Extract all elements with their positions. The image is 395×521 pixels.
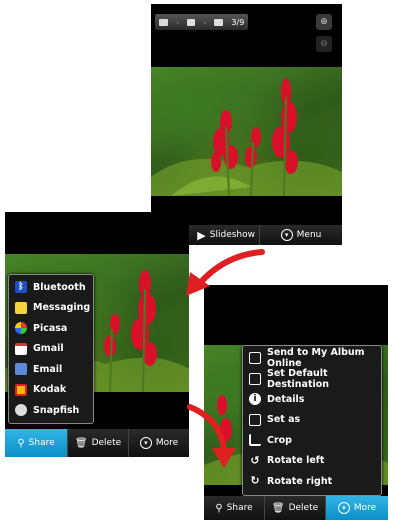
more-menu-item-crop[interactable]: Crop [243, 430, 381, 451]
bluetooth-icon: ᛒ [15, 281, 27, 294]
picasa-icon [15, 322, 27, 335]
rotate-right-icon: ↻ [250, 474, 260, 488]
more-label: More [353, 503, 377, 513]
menu-item-label: Bluetooth [33, 281, 86, 293]
menu-item-label: Picasa [33, 322, 68, 334]
info-icon: i [249, 393, 261, 406]
more-button[interactable]: ▾ More [326, 496, 388, 520]
left-screenshot: ᛒ Bluetooth Messaging Picasa Gmail Email… [5, 212, 189, 457]
menu-item-label: Rotate left [267, 455, 325, 467]
more-menu-item-set-as[interactable]: Set as [243, 410, 381, 431]
menu-item-label: Rotate right [267, 475, 333, 487]
share-menu-item-email[interactable]: Email [9, 359, 93, 380]
zoom-in-icon[interactable]: ⊕ [316, 14, 332, 30]
menu-item-label: Gmail [33, 343, 64, 355]
more-button[interactable]: ▾ More [129, 429, 189, 457]
gallery-icon [159, 18, 168, 26]
menu-item-label: Crop [267, 434, 292, 446]
menu-item-label: Email [33, 363, 63, 375]
menu-button[interactable]: ▾ Menu [260, 225, 342, 245]
delete-button[interactable]: 🗑 Delete [265, 496, 325, 520]
share-label: Share [28, 438, 55, 448]
menu-item-label: Details [267, 393, 305, 405]
bottom-bar: ⚲ Share 🗑 Delete ▾ More [5, 429, 189, 457]
more-menu-item-set-default-destination[interactable]: Set Default Destination [243, 367, 381, 390]
menu-item-label: Set Default Destination [267, 367, 330, 390]
menu-item-label: Snapfish [33, 404, 80, 416]
menu-item-label: Send to My Album Online [267, 347, 365, 370]
share-icon: ⚲ [215, 502, 223, 514]
share-menu-item-snapfish[interactable]: Snapfish [9, 400, 93, 421]
menu-item-label: Messaging [33, 302, 91, 314]
share-menu-item-kodak[interactable]: Kodak [9, 380, 93, 401]
folder-icon [187, 18, 196, 26]
menu-item-label: Set as [267, 414, 301, 426]
trash-icon: 🗑 [74, 437, 88, 449]
delete-label: Delete [288, 503, 319, 513]
more-circle-icon: ▾ [337, 502, 350, 514]
messaging-icon [15, 301, 27, 314]
more-circle-icon: ▾ [139, 437, 152, 449]
more-menu-item-rotate-right[interactable]: ↻ Rotate right [243, 471, 381, 492]
more-menu-item-rotate-left[interactable]: ↺ Rotate left [243, 451, 381, 472]
share-menu-item-messaging[interactable]: Messaging [9, 298, 93, 319]
photo [151, 67, 342, 196]
crop-icon [249, 434, 261, 447]
share-menu-item-picasa[interactable]: Picasa [9, 318, 93, 339]
red-flower-plant [151, 78, 342, 196]
breadcrumb-counter: 3/9 [231, 17, 245, 27]
top-screenshot: › › 3/9 ⊕ ⊖ ▶ Slideshow ▾ Menu [151, 4, 342, 245]
zoom-out-icon[interactable]: ⊖ [316, 36, 332, 52]
share-button[interactable]: ⚲ Share [204, 496, 264, 520]
set-as-icon [249, 413, 261, 426]
kodak-icon [15, 383, 27, 396]
share-menu-item-bluetooth[interactable]: ᛒ Bluetooth [9, 277, 93, 298]
snapfish-icon [15, 404, 27, 417]
trash-icon: 🗑 [271, 502, 285, 514]
share-menu: ᛒ Bluetooth Messaging Picasa Gmail Email… [8, 274, 94, 424]
share-label: Share [226, 503, 253, 513]
rotate-left-icon: ↺ [250, 453, 260, 467]
more-menu: Send to My Album Online Set Default Dest… [242, 345, 382, 496]
play-icon: ▶ [197, 228, 206, 242]
more-menu-item-send-album[interactable]: Send to My Album Online [243, 347, 381, 370]
slideshow-label: Slideshow [209, 230, 255, 240]
email-icon [15, 363, 27, 376]
menu-label: Menu [296, 230, 322, 240]
album-upload-icon [249, 352, 261, 365]
picture-icon [214, 18, 224, 26]
more-menu-item-details[interactable]: i Details [243, 389, 381, 410]
share-button[interactable]: ⚲ Share [5, 429, 67, 457]
delete-label: Delete [91, 438, 122, 448]
menu-item-label: Kodak [33, 384, 67, 396]
gmail-icon [15, 342, 27, 355]
delete-button[interactable]: 🗑 Delete [68, 429, 128, 457]
breadcrumb[interactable]: › › 3/9 [155, 14, 249, 30]
more-label: More [155, 438, 179, 448]
share-menu-item-gmail[interactable]: Gmail [9, 339, 93, 360]
menu-circle-icon: ▾ [280, 229, 293, 241]
right-screenshot: Send to My Album Online Set Default Dest… [204, 285, 388, 520]
destination-icon [249, 372, 261, 385]
bottom-bar: ⚲ Share 🗑 Delete ▾ More [204, 496, 388, 520]
share-icon: ⚲ [17, 437, 25, 449]
